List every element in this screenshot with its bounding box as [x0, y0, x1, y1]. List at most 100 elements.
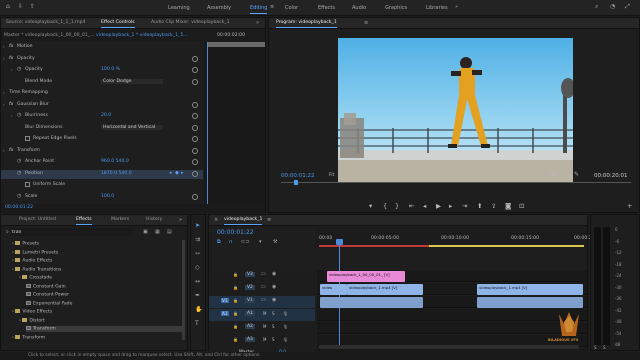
mute-button[interactable]: M [263, 337, 266, 342]
tab-sequence[interactable]: videoplayback_1 [224, 217, 263, 225]
effect-row-transform[interactable]: › fx Transform [1, 147, 198, 156]
effects-search-input[interactable] [12, 228, 132, 236]
stopwatch-icon[interactable]: ◷ [17, 193, 21, 199]
type-tool-icon[interactable]: T [195, 321, 199, 327]
fit-dropdown[interactable]: Fit [329, 173, 334, 178]
clip-v2-c[interactable]: videoplayback_1.mp4 [V] [477, 284, 583, 295]
close-icon[interactable]: × [214, 217, 218, 223]
program-timecode[interactable]: 00:00:01:22 [281, 173, 315, 179]
stopwatch-icon[interactable]: ◷ [17, 112, 21, 118]
timeline-hscroll[interactable] [319, 345, 579, 349]
export-icon[interactable]: ⇧ [30, 4, 35, 10]
sync-lock-icon[interactable]: ▭ [261, 297, 266, 303]
reset-parameter-icon[interactable] [192, 78, 198, 85]
pen-tool-icon[interactable]: ✒ [195, 293, 200, 299]
eye-icon[interactable]: ◉ [272, 271, 276, 277]
import-icon[interactable]: ⇩ [18, 4, 23, 10]
lock-icon[interactable]: 🔒 [233, 311, 238, 317]
lift-icon[interactable]: ⬆ [477, 202, 482, 210]
effects-tree-item[interactable]: › Distort [19, 317, 45, 323]
expand-chevron-icon[interactable]: › [3, 90, 5, 95]
expand-chevron-icon[interactable]: › [11, 67, 13, 72]
effects-tree-item[interactable]: › Transform [12, 334, 45, 340]
panel-menu-icon[interactable]: ≡ [267, 217, 271, 223]
program-scrubber[interactable] [281, 182, 631, 183]
track-header-v3[interactable]: 🔒 V3 ▭ ◉ [209, 270, 315, 282]
play-button[interactable]: ▶ [436, 202, 441, 210]
effect-row-position[interactable]: ◷ Position 1870.0 540.0 ◂ ◆ ▸ [1, 169, 203, 179]
solo-button[interactable]: S [272, 324, 275, 329]
effect-row-gaussian-blur[interactable]: › fx Gaussian Blur [1, 101, 198, 110]
expand-chevron-icon[interactable]: › [3, 102, 5, 107]
clip-v2-b[interactable]: videoplayback_1.mp4 [V] [347, 284, 423, 295]
yuv-effects-icon[interactable]: ▤ [167, 229, 172, 235]
microphone-icon[interactable]: 🎙 [283, 337, 288, 343]
fullscreen-icon[interactable]: ⤢ [625, 4, 630, 10]
effect-row-opacity[interactable]: › ◷ Opacity 100.0 % [1, 66, 198, 75]
solo-button[interactable]: S [272, 337, 275, 342]
snap-icon[interactable]: ∩ [229, 239, 233, 245]
tab-effect-controls[interactable]: Effect Controls [101, 20, 135, 28]
workspace-effects[interactable]: Effects [318, 5, 335, 11]
fx-icon[interactable]: fx [9, 44, 13, 49]
hand-tool-icon[interactable]: ✋ [195, 307, 202, 313]
footer-timecode[interactable]: 00:00:01:22 [5, 205, 33, 210]
master-clip-label[interactable]: Master * videoplayback_1_00_00_01_... [4, 33, 94, 38]
reset-parameter-icon[interactable] [192, 101, 198, 108]
reset-parameter-icon[interactable] [192, 159, 198, 165]
solo-button[interactable]: S [272, 311, 275, 316]
selection-tool-icon[interactable]: ➤ [195, 223, 200, 229]
source-patch-a1[interactable]: A1 [221, 311, 229, 316]
add-button-icon[interactable]: + [627, 202, 632, 210]
workspace-libraries[interactable]: Libraries [426, 5, 448, 11]
stopwatch-icon[interactable]: ◷ [17, 158, 21, 164]
home-icon[interactable]: ⌂ [6, 4, 10, 10]
tab-project[interactable]: Project: Untitled [19, 217, 56, 222]
effects-tree-item[interactable]: › Presets [12, 241, 39, 247]
panel-menu-icon[interactable]: » [256, 20, 259, 26]
effect-row-blend-mode[interactable]: Blend Mode Color Dodge [1, 78, 198, 87]
effects-tree-item[interactable]: › Crossfade [19, 275, 52, 281]
step-back-icon[interactable]: ◂ [423, 202, 426, 210]
clip-v1-b[interactable] [477, 297, 583, 308]
fx-icon[interactable]: fx [9, 56, 13, 61]
lock-icon[interactable]: 🔒 [233, 298, 238, 304]
track-header-a2[interactable]: 🔒 A2 M S 🎙 [209, 322, 315, 334]
add-marker-icon[interactable]: ▾ [369, 202, 372, 210]
effects-tree-item[interactable]: › Audio Transitions [12, 266, 61, 272]
expand-chevron-icon[interactable]: › [3, 56, 5, 61]
solo-right-icon[interactable]: S [603, 345, 606, 351]
track-select-tool-icon[interactable]: ⇉ [195, 237, 200, 243]
tab-source[interactable]: Source: videoplayback_1_1_1.mp4 [6, 20, 85, 25]
expand-chevron-icon[interactable]: › [3, 148, 5, 153]
sync-lock-icon[interactable]: ▭ [261, 271, 266, 277]
track-lane-a2[interactable] [317, 322, 587, 334]
reset-parameter-icon[interactable] [192, 124, 198, 131]
mark-out-icon[interactable]: } [395, 202, 399, 210]
reset-parameter-icon[interactable] [192, 136, 198, 142]
tab-program[interactable]: Program: videoplayback_1 [276, 20, 337, 28]
effect-property-value[interactable]: Color Dodge [101, 78, 163, 84]
more-icon[interactable]: » [455, 4, 458, 10]
eye-icon[interactable]: ◉ [272, 284, 276, 290]
expand-chevron-icon[interactable]: › [3, 44, 5, 49]
effect-row-anchor-point[interactable]: ◷ Anchor Point 960.0 540.0 [1, 158, 198, 167]
effect-property-value[interactable]: Horizontal and Vertical [101, 124, 163, 130]
reset-parameter-icon[interactable] [192, 67, 198, 73]
extract-icon[interactable]: ⇪ [491, 202, 496, 210]
workspace-color[interactable]: Color [285, 5, 298, 11]
tab-effects[interactable]: Effects [76, 217, 92, 225]
reset-parameter-icon[interactable] [192, 55, 198, 62]
effects-tree-item[interactable]: Exponential Fade [26, 300, 72, 306]
keyframe-nav-icon[interactable]: ◂ [169, 170, 172, 176]
expand-chevron-icon[interactable]: › [11, 113, 13, 118]
razor-tool-icon[interactable]: ◇ [195, 265, 200, 271]
tab-audio-clip-mixer[interactable]: Audio Clip Mixer: videoplayback_1 [151, 20, 230, 25]
effects-tree-item[interactable]: › Video Effects [12, 309, 52, 315]
keyframe-nav-icon[interactable]: ◆ [175, 170, 179, 176]
accelerated-effects-icon[interactable]: ▣ [143, 229, 148, 235]
workspace-learning[interactable]: Learning [168, 5, 190, 11]
reset-parameter-icon[interactable] [192, 147, 198, 154]
32bit-effects-icon[interactable]: ▦ [155, 229, 160, 235]
tab-history[interactable]: History [146, 217, 162, 222]
